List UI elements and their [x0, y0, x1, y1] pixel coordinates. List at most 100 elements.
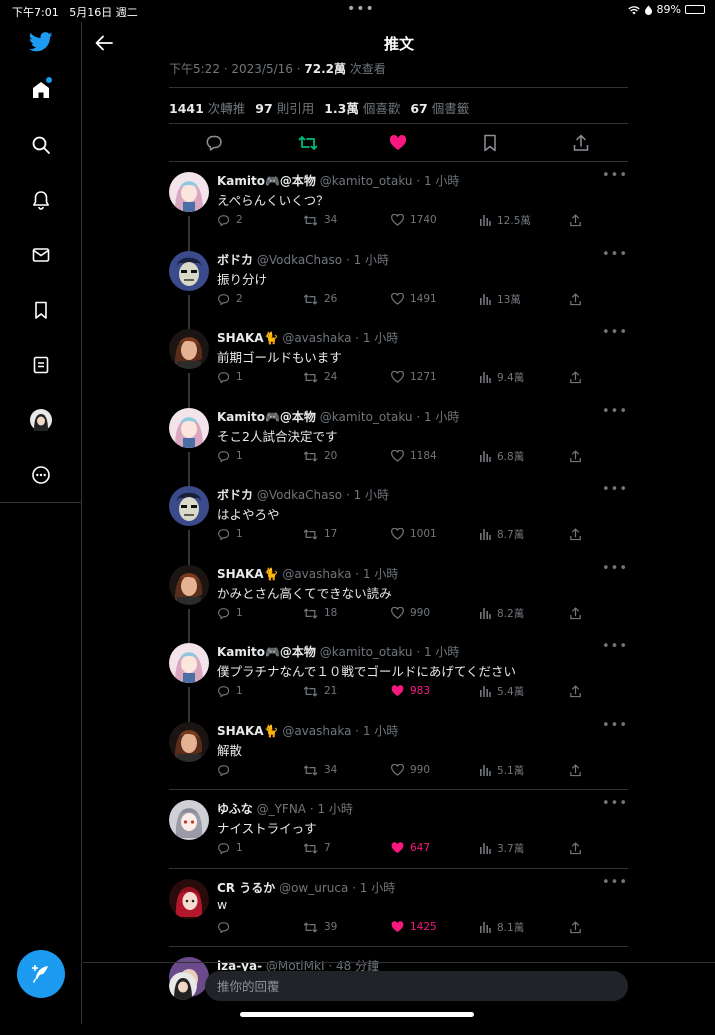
share-button[interactable] [569, 840, 582, 856]
views-count-button[interactable]: 8.2萬 [479, 605, 524, 621]
views-count-button[interactable]: 8.7萬 [479, 526, 524, 542]
reply-count-button[interactable]: 1 [217, 448, 243, 464]
reply-author-name[interactable]: ゆふな [217, 802, 253, 816]
like-count-button[interactable]: 647 [391, 840, 430, 856]
reply-tweet[interactable]: Kamito🎮@本物 @kamito_otaku · 1 小時 ••• そこ2人試合… [169, 404, 628, 488]
share-button[interactable] [569, 212, 582, 228]
likes-stat[interactable]: 1.3萬 個喜歡 [324, 98, 400, 117]
retweet-count-button[interactable]: 21 [303, 683, 337, 699]
reply-handle[interactable]: @_YFNA [257, 802, 306, 816]
like-count-button[interactable]: 983 [391, 683, 430, 699]
home-icon[interactable] [21, 70, 61, 110]
views-count-button[interactable]: 9.4萬 [479, 369, 524, 385]
retweet-count-button[interactable]: 17 [303, 526, 337, 542]
views-count-button[interactable]: 5.1萬 [479, 762, 524, 778]
more-options-icon[interactable]: ••• [602, 404, 628, 419]
bell-icon[interactable] [21, 180, 61, 220]
more-options-icon[interactable]: ••• [602, 561, 628, 576]
reply-count-button[interactable] [217, 762, 236, 778]
reply-avatar[interactable] [169, 329, 209, 369]
reply-author-name[interactable]: ボドカ [217, 253, 253, 267]
reply-tweet[interactable]: SHAKA🐈 @avashaka · 1 小時 ••• 前期ゴールドもいます 1 24 1… [169, 325, 628, 409]
retweet-icon[interactable] [298, 133, 318, 153]
more-options-icon[interactable]: ••• [602, 875, 628, 890]
share-button[interactable] [569, 448, 582, 464]
reply-avatar[interactable] [169, 172, 209, 212]
reply-avatar[interactable] [169, 408, 209, 448]
quotes-stat[interactable]: 97 則引用 [255, 98, 314, 117]
reply-author-name[interactable]: Kamito🎮@本物 [217, 410, 316, 424]
reply-avatar[interactable] [169, 251, 209, 291]
share-button[interactable] [569, 683, 582, 699]
like-count-button[interactable]: 1184 [391, 448, 437, 464]
like-heart-icon[interactable] [388, 133, 408, 153]
retweet-count-button[interactable]: 34 [303, 762, 337, 778]
search-icon[interactable] [21, 125, 61, 165]
multitasking-dots[interactable]: ••• [347, 1, 375, 17]
views-count-button[interactable]: 13萬 [479, 291, 521, 307]
reply-author-name[interactable]: ボドカ [217, 488, 253, 502]
retweet-count-button[interactable]: 39 [303, 919, 337, 935]
more-circle-icon[interactable] [21, 455, 61, 495]
views-count-button[interactable]: 8.1萬 [479, 919, 524, 935]
like-count-button[interactable]: 1271 [391, 369, 437, 385]
reply-input[interactable] [205, 971, 628, 1001]
reply-avatar[interactable] [169, 486, 209, 526]
reply-author-name[interactable]: Kamito🎮@本物 [217, 174, 316, 188]
like-count-button[interactable]: 1425 [391, 919, 437, 935]
more-options-icon[interactable]: ••• [602, 168, 628, 183]
bookmark-icon[interactable] [21, 290, 61, 330]
reply-author-name[interactable]: Kamito🎮@本物 [217, 645, 316, 659]
retweet-count-button[interactable]: 24 [303, 369, 337, 385]
retweet-count-button[interactable]: 26 [303, 291, 337, 307]
reply-author-name[interactable]: SHAKA🐈 [217, 567, 279, 581]
like-count-button[interactable]: 1740 [391, 212, 437, 228]
profile-avatar[interactable] [21, 400, 61, 440]
reply-avatar[interactable] [169, 565, 209, 605]
retweet-count-button[interactable]: 7 [303, 840, 331, 856]
share-button[interactable] [569, 526, 582, 542]
reply-tweet[interactable]: ボドカ @VodkaChaso · 1 小時 ••• 振り分け 2 26 1491 13萬 [169, 247, 628, 331]
reply-handle[interactable]: @avashaka [282, 724, 351, 738]
reply-author-name[interactable]: CR うるか [217, 881, 275, 895]
twitter-bird-icon[interactable] [21, 22, 61, 62]
reply-count-button[interactable]: 1 [217, 605, 243, 621]
like-count-button[interactable]: 990 [391, 762, 430, 778]
more-options-icon[interactable]: ••• [602, 796, 628, 811]
reply-avatar[interactable] [169, 879, 209, 919]
reply-icon[interactable] [204, 133, 224, 153]
reply-avatar[interactable] [169, 643, 209, 683]
like-count-button[interactable]: 1001 [391, 526, 437, 542]
reply-tweet[interactable]: Kamito🎮@本物 @kamito_otaku · 1 小時 ••• 僕プラチナな… [169, 639, 628, 723]
more-options-icon[interactable]: ••• [602, 482, 628, 497]
share-button[interactable] [569, 605, 582, 621]
reply-handle[interactable]: @ow_uruca [279, 881, 348, 895]
views-count-button[interactable]: 3.7萬 [479, 840, 524, 856]
bookmark-icon[interactable] [480, 133, 500, 153]
reply-avatar[interactable] [169, 800, 209, 840]
share-button[interactable] [569, 762, 582, 778]
retweets-stat[interactable]: 1441 次轉推 [169, 98, 245, 117]
retweet-count-button[interactable]: 20 [303, 448, 337, 464]
reply-handle[interactable]: @VodkaChaso [257, 488, 342, 502]
reply-handle[interactable]: @kamito_otaku [320, 410, 413, 424]
more-options-icon[interactable]: ••• [602, 718, 628, 733]
reply-avatar[interactable] [169, 722, 209, 762]
share-button[interactable] [569, 291, 582, 307]
reply-count-button[interactable]: 1 [217, 683, 243, 699]
reply-author-name[interactable]: SHAKA🐈 [217, 724, 279, 738]
reply-handle[interactable]: @avashaka [282, 567, 351, 581]
views-count-button[interactable]: 6.8萬 [479, 448, 524, 464]
reply-count-button[interactable]: 1 [217, 840, 243, 856]
views-count-button[interactable]: 12.5萬 [479, 212, 531, 228]
reply-count-button[interactable]: 2 [217, 291, 243, 307]
more-options-icon[interactable]: ••• [602, 325, 628, 340]
bookmarks-stat[interactable]: 67 個書籤 [410, 98, 469, 117]
home-indicator[interactable] [240, 1012, 474, 1017]
reply-tweet[interactable]: ボドカ @VodkaChaso · 1 小時 ••• はよやろや 1 17 1001 8.7… [169, 482, 628, 566]
reply-count-button[interactable] [217, 919, 236, 935]
reply-tweet[interactable]: Kamito🎮@本物 @kamito_otaku · 1 小時 ••• えぺらんくい… [169, 168, 628, 252]
reply-author-name[interactable]: SHAKA🐈 [217, 331, 279, 345]
reply-tweet[interactable]: SHAKA🐈 @avashaka · 1 小時 ••• かみとさん高くてできない読み… [169, 561, 628, 645]
reply-handle[interactable]: @kamito_otaku [320, 645, 413, 659]
